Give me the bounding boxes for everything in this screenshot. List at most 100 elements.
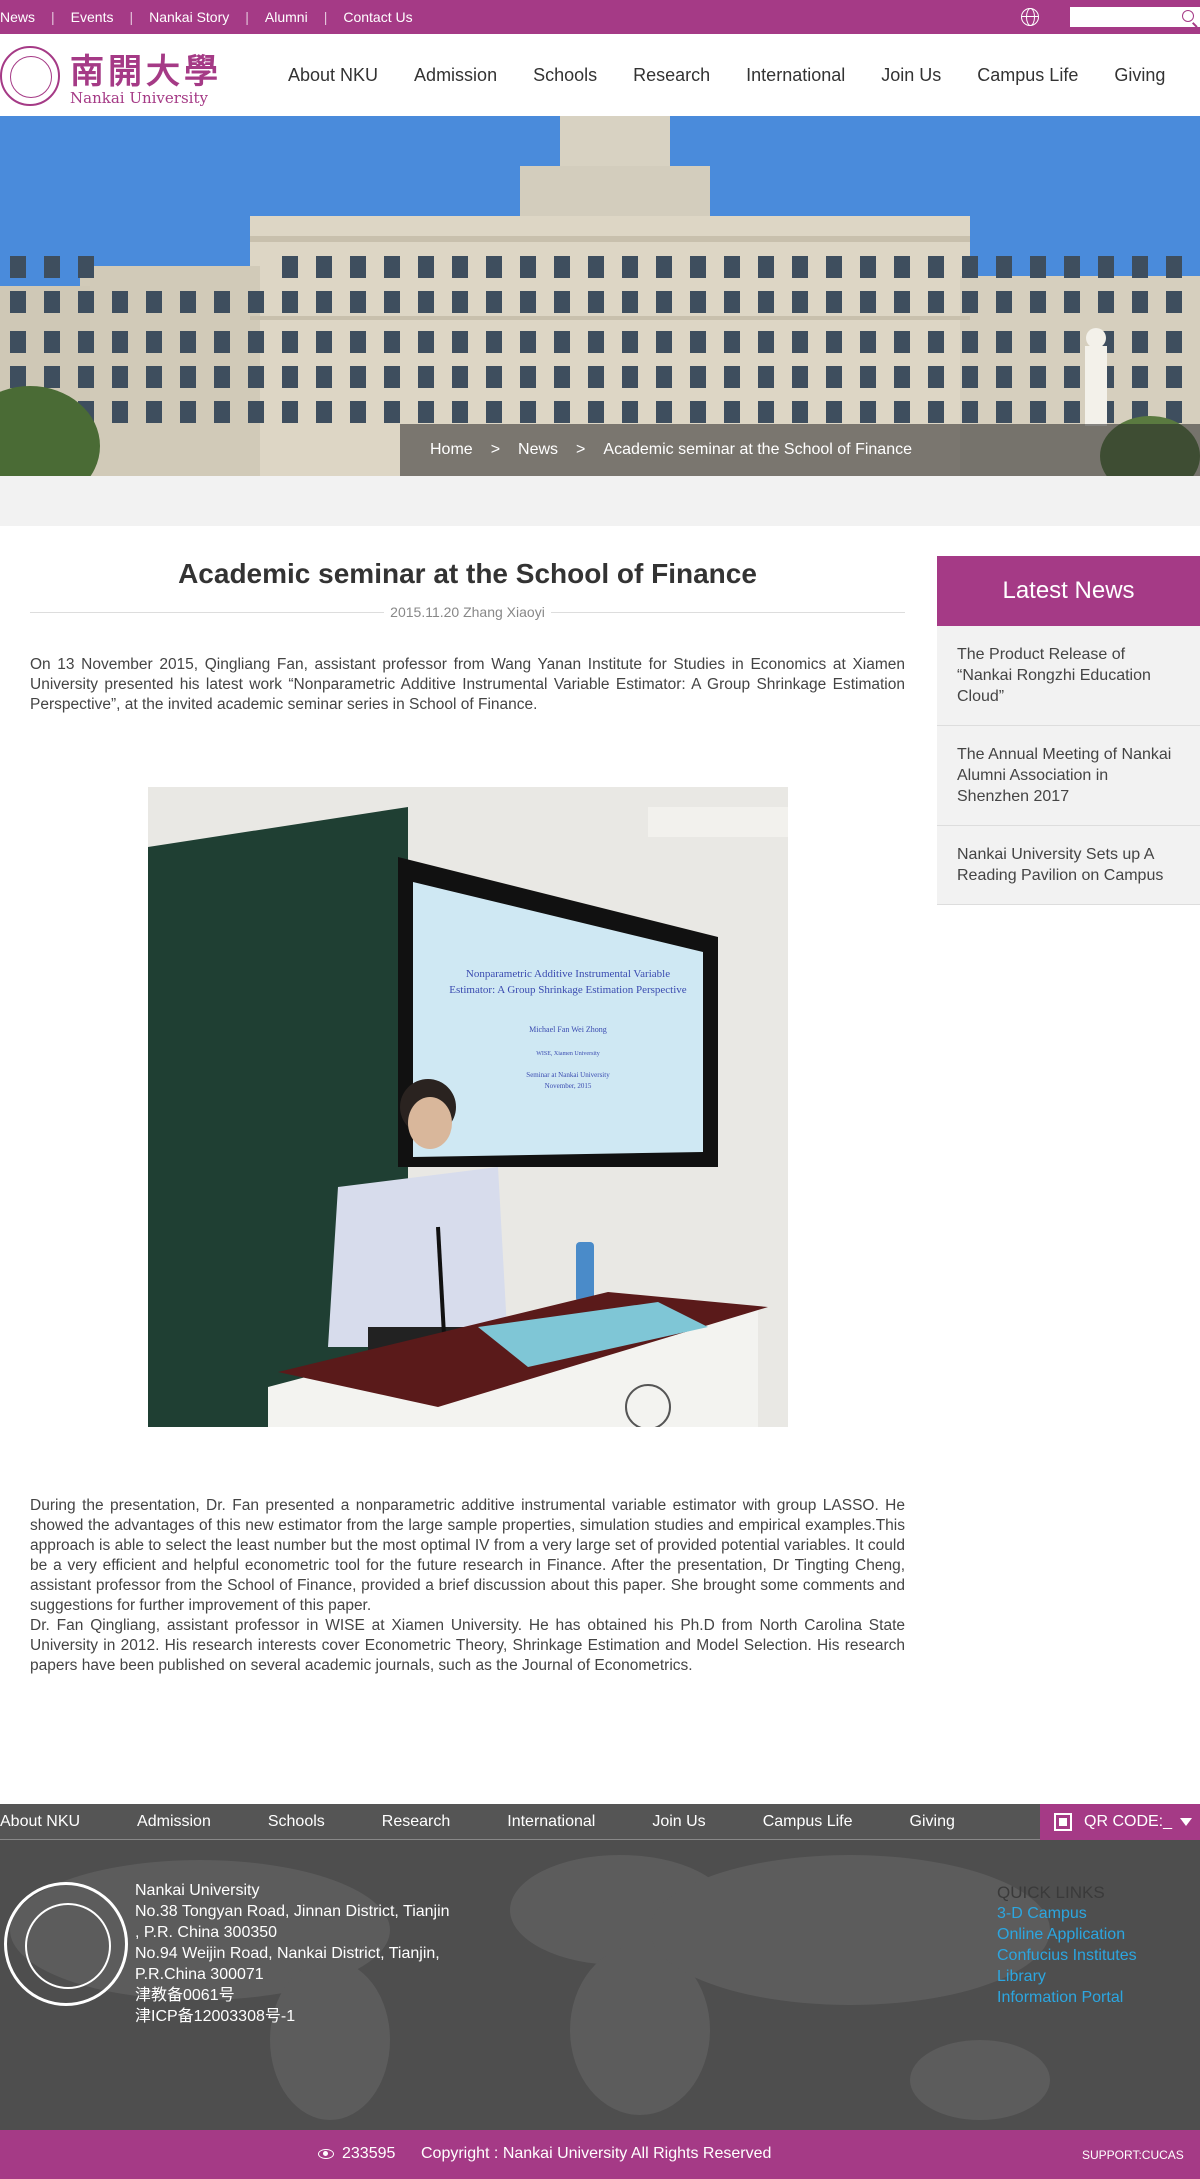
building-window [1030, 366, 1046, 388]
building-window [894, 366, 910, 388]
building-window [996, 331, 1012, 353]
building-window [316, 366, 332, 388]
building-window [248, 331, 264, 353]
building-window [928, 366, 944, 388]
building-window [316, 291, 332, 313]
building-window [418, 331, 434, 353]
building-window [78, 291, 94, 313]
logo-chinese-name[interactable]: 南開大學 [70, 44, 222, 93]
building-window [384, 256, 400, 278]
footer-nav-about-nku[interactable]: About NKU [0, 1813, 80, 1831]
latest-news-sidebar: Latest News The Product Release of “Nank… [937, 556, 1200, 905]
building-window [792, 366, 808, 388]
building-window [724, 331, 740, 353]
building-window [1030, 401, 1046, 423]
quick-link-confucius-institutes[interactable]: Confucius Institutes [997, 1945, 1137, 1966]
building-window [180, 366, 196, 388]
logo-english-name[interactable]: Nankai University [70, 89, 208, 107]
globe-icon[interactable] [1021, 8, 1039, 26]
nav-about-nku[interactable]: About NKU [288, 65, 378, 86]
breadcrumb-home[interactable]: Home [430, 441, 473, 459]
building-window [10, 256, 26, 278]
breadcrumb: Home > News > Academic seminar at the Sc… [400, 424, 1200, 476]
quick-link-online-application[interactable]: Online Application [997, 1924, 1137, 1945]
building-window [418, 401, 434, 423]
footer-nav-campus-life[interactable]: Campus Life [763, 1813, 853, 1831]
nav-international[interactable]: International [746, 65, 845, 86]
footer-nav: About NKU Admission Schools Research Int… [0, 1804, 1200, 1840]
footer-nav-admission[interactable]: Admission [137, 1813, 211, 1831]
building-window [656, 331, 672, 353]
building-window [248, 401, 264, 423]
building-window [588, 256, 604, 278]
building-window [146, 291, 162, 313]
university-seal-logo[interactable] [0, 46, 60, 106]
nav-admission[interactable]: Admission [414, 65, 497, 86]
building-window [44, 366, 60, 388]
nav-join-us[interactable]: Join Us [881, 65, 941, 86]
top-links: News | Events | Nankai Story | Alumni | … [0, 0, 429, 34]
building-window [894, 256, 910, 278]
latest-news-item[interactable]: The Product Release of “Nankai Rongzhi E… [937, 626, 1200, 726]
building-window [588, 366, 604, 388]
building-window [1030, 331, 1046, 353]
search-icon[interactable] [1182, 10, 1194, 22]
qr-code-button[interactable]: QR CODE:_ [1040, 1804, 1200, 1840]
slide-date: November, 2015 [545, 1082, 592, 1090]
building-window [180, 401, 196, 423]
search-input[interactable] [1070, 7, 1170, 27]
building-window [350, 256, 366, 278]
latest-news-item[interactable]: The Annual Meeting of Nankai Alumni Asso… [937, 726, 1200, 826]
quick-link-library[interactable]: Library [997, 1966, 1137, 1987]
building-window [10, 331, 26, 353]
building-window [792, 331, 808, 353]
slide-title-line1: Nonparametric Additive Instrumental Vari… [466, 968, 670, 980]
building-window [146, 331, 162, 353]
article-meta: 2015.11.20 Zhang Xiaoyi [30, 604, 905, 620]
main-nav: About NKU Admission Schools Research Int… [270, 34, 1183, 116]
top-bar: News | Events | Nankai Story | Alumni | … [0, 0, 1200, 34]
building-window [690, 401, 706, 423]
eye-icon [318, 2149, 334, 2159]
footer-nav-international[interactable]: International [507, 1813, 595, 1831]
building-window [758, 256, 774, 278]
copyright-bar: 233595 Copyright : Nankai University All… [0, 2130, 1200, 2179]
building-window [792, 291, 808, 313]
nav-giving[interactable]: Giving [1114, 65, 1165, 86]
footer-nav-research[interactable]: Research [382, 1813, 450, 1831]
nav-campus-life[interactable]: Campus Life [977, 65, 1078, 86]
top-link-news[interactable]: News [0, 9, 51, 25]
quick-link-information-portal[interactable]: Information Portal [997, 1987, 1137, 2008]
top-link-alumni[interactable]: Alumni [249, 9, 324, 25]
top-link-nankai-story[interactable]: Nankai Story [133, 9, 245, 25]
breadcrumb-separator: > [576, 441, 586, 458]
support-link[interactable]: SUPPORT:CUCAS [1082, 2148, 1184, 2162]
footer-nav-join-us[interactable]: Join Us [652, 1813, 705, 1831]
building-window [656, 401, 672, 423]
building-window [826, 401, 842, 423]
building-window [588, 401, 604, 423]
building-window [1166, 291, 1182, 313]
building-window [44, 331, 60, 353]
quick-links: QUICK LINKS 3-D Campus Online Applicatio… [997, 1882, 1137, 2008]
footer-nav-schools[interactable]: Schools [268, 1813, 325, 1831]
building-window [418, 366, 434, 388]
top-link-events[interactable]: Events [55, 9, 130, 25]
nav-schools[interactable]: Schools [533, 65, 597, 86]
building-window [112, 331, 128, 353]
breadcrumb-news[interactable]: News [518, 441, 558, 459]
latest-news-item[interactable]: Nankai University Sets up A Reading Pavi… [937, 826, 1200, 905]
hero-banner-image: Home > News > Academic seminar at the Sc… [0, 116, 1200, 476]
campus-building-illustration [0, 116, 1200, 476]
nav-research[interactable]: Research [633, 65, 710, 86]
address-line: 津ICP备12003308号-1 [135, 2008, 296, 2025]
building-window [10, 291, 26, 313]
top-link-contact-us[interactable]: Contact Us [327, 9, 428, 25]
address-line: No.94 Weijin Road, Nankai District, Tian… [135, 1945, 440, 1962]
building-window [656, 291, 672, 313]
building-window [1030, 256, 1046, 278]
footer-nav-giving[interactable]: Giving [910, 1813, 955, 1831]
slide-title-line2: Estimator: A Group Shrinkage Estimation … [449, 984, 686, 996]
building-window [962, 256, 978, 278]
quick-link-3d-campus[interactable]: 3-D Campus [997, 1903, 1137, 1924]
